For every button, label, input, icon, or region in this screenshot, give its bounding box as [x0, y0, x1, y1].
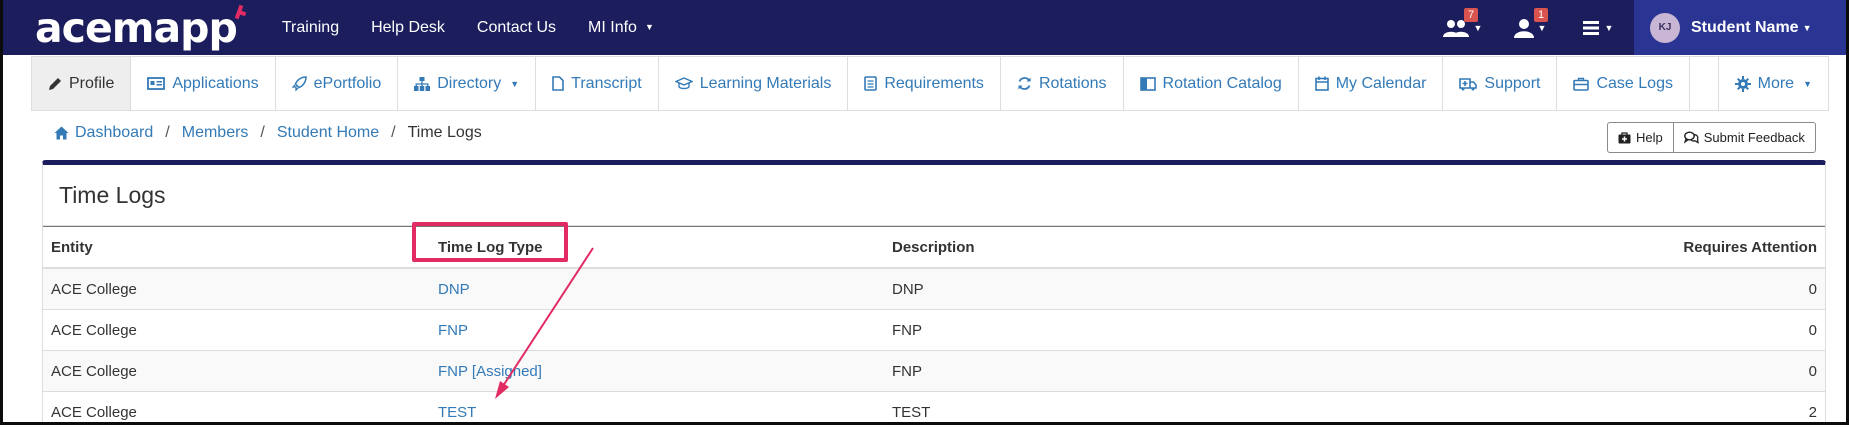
caret-down-icon: ▼ [644, 22, 654, 32]
breadcrumb-separator: / [165, 124, 170, 141]
top-nav-right: 7 ▼ 1 ▼ ▼ KJ Student Name ▼ [1434, 0, 1846, 55]
rocket-icon [291, 76, 307, 91]
cell-description: DNP [884, 268, 1258, 310]
refresh-icon [1018, 77, 1031, 90]
tab-requirements[interactable]: Requirements [848, 57, 1001, 110]
tab-profile[interactable]: Profile [32, 57, 132, 110]
tab-case-logs[interactable]: Case Logs [1557, 57, 1690, 110]
tab-more[interactable]: More ▼ [1719, 57, 1828, 110]
tab-applications[interactable]: Applications [131, 57, 276, 110]
book-icon [1139, 76, 1156, 91]
breadcrumb-separator: / [391, 124, 396, 141]
breadcrumb-dashboard[interactable]: Dashboard [54, 124, 153, 142]
table-row: ACE College DNP DNP 0 [43, 268, 1825, 310]
briefcase-icon [1573, 77, 1590, 91]
acemapp-logo[interactable]: acemapp [35, 0, 247, 55]
profile-subnav: Profile Applications ePortfolio Director… [31, 56, 1829, 111]
cell-description: FNP [884, 350, 1258, 392]
column-header-entity[interactable]: Entity [43, 226, 430, 269]
table-header-row: Entity Time Log Type Description Require… [43, 226, 1825, 269]
nav-contact-us[interactable]: Contact Us [461, 0, 572, 55]
cell-entity: ACE College [43, 391, 430, 422]
help-button[interactable]: Help [1607, 122, 1674, 153]
submit-feedback-button[interactable]: Submit Feedback [1673, 122, 1816, 153]
notification-badge: 7 [1464, 8, 1479, 22]
breadcrumb: Dashboard / Members / Student Home / Tim… [54, 124, 482, 142]
cell-requires-attention: 0 [1257, 350, 1825, 392]
caret-down-icon: ▼ [1473, 22, 1483, 33]
sitemap-icon [414, 76, 431, 91]
subnav-spacer [1690, 57, 1719, 110]
hamburger-icon [1582, 20, 1599, 35]
home-icon [54, 126, 69, 140]
panel-title: Time Logs [43, 165, 1825, 226]
caret-down-icon: ▼ [1802, 22, 1812, 33]
cell-description: FNP [884, 309, 1258, 351]
time-log-type-link[interactable]: FNP [430, 309, 884, 351]
tab-learning-materials[interactable]: Learning Materials [659, 57, 849, 110]
group-notifications-button[interactable]: 7 ▼ [1434, 0, 1490, 55]
tab-rotations[interactable]: Rotations [1001, 57, 1124, 110]
top-navbar: acemapp Training Help Desk Contact Us MI… [3, 0, 1846, 55]
tab-eportfolio[interactable]: ePortfolio [276, 57, 399, 110]
annotation-highlight-box [412, 222, 568, 262]
nav-help-desk[interactable]: Help Desk [355, 0, 461, 55]
tab-my-calendar[interactable]: My Calendar [1299, 57, 1444, 110]
breadcrumb-members[interactable]: Members [182, 124, 249, 142]
user-menu-button[interactable]: KJ Student Name ▼ [1634, 0, 1846, 55]
cell-requires-attention: 0 [1257, 268, 1825, 310]
avatar: KJ [1650, 12, 1680, 43]
people-button[interactable]: 1 ▼ [1502, 0, 1558, 55]
table-row: ACE College TEST TEST 2 [43, 391, 1825, 422]
comments-icon [1683, 131, 1699, 144]
hamburger-menu-button[interactable]: ▼ [1570, 0, 1626, 55]
tab-rotation-catalog[interactable]: Rotation Catalog [1124, 57, 1299, 110]
column-header-description[interactable]: Description [884, 226, 1258, 269]
time-log-type-link[interactable]: FNP [Assigned] [430, 350, 884, 392]
ambulance-icon [1459, 77, 1478, 90]
nav-mi-info[interactable]: MI Info ▼ [572, 0, 670, 55]
logo-plus-icon [234, 4, 247, 20]
user-name: Student Name [1691, 18, 1799, 36]
time-logs-table: Entity Time Log Type Description Require… [43, 226, 1825, 422]
tab-transcript[interactable]: Transcript [536, 57, 659, 110]
breadcrumb-separator: / [260, 124, 265, 141]
list-icon [864, 76, 878, 91]
file-icon [552, 76, 564, 91]
time-log-type-link[interactable]: DNP [430, 268, 884, 310]
caret-down-icon: ▼ [1537, 22, 1547, 33]
gear-icon [1734, 75, 1751, 92]
tab-directory[interactable]: Directory ▼ [398, 57, 537, 110]
caret-down-icon: ▼ [510, 78, 520, 89]
caret-down-icon: ▼ [1604, 22, 1614, 33]
top-nav-links: Training Help Desk Contact Us MI Info ▼ [266, 0, 670, 55]
breadcrumb-current: Time Logs [407, 124, 482, 141]
graduation-cap-icon [674, 77, 693, 90]
cell-requires-attention: 0 [1257, 309, 1825, 351]
medkit-icon [1618, 131, 1631, 143]
table-row: ACE College FNP [Assigned] FNP 0 [43, 350, 1825, 392]
pencil-icon [49, 77, 61, 90]
page-actions: Help Submit Feedback [1607, 122, 1816, 153]
tab-support[interactable]: Support [1443, 57, 1558, 110]
cell-description: TEST [884, 391, 1258, 422]
nav-training[interactable]: Training [266, 0, 355, 55]
people-badge: 1 [1534, 8, 1549, 22]
table-row: ACE College FNP FNP 0 [43, 309, 1825, 351]
cell-entity: ACE College [43, 309, 430, 351]
id-card-icon [147, 77, 166, 90]
cell-entity: ACE College [43, 268, 430, 310]
time-logs-panel: Time Logs Entity Time Log Type Descripti… [42, 160, 1826, 422]
cell-entity: ACE College [43, 350, 430, 392]
column-header-requires-attention[interactable]: Requires Attention [1257, 226, 1825, 269]
time-log-type-link[interactable]: TEST [430, 391, 884, 422]
user-icon [1513, 18, 1534, 38]
breadcrumb-student-home[interactable]: Student Home [277, 124, 379, 142]
app-frame: acemapp Training Help Desk Contact Us MI… [0, 0, 1849, 425]
cell-requires-attention: 2 [1257, 391, 1825, 422]
calendar-icon [1314, 76, 1329, 91]
caret-down-icon: ▼ [1803, 78, 1812, 89]
